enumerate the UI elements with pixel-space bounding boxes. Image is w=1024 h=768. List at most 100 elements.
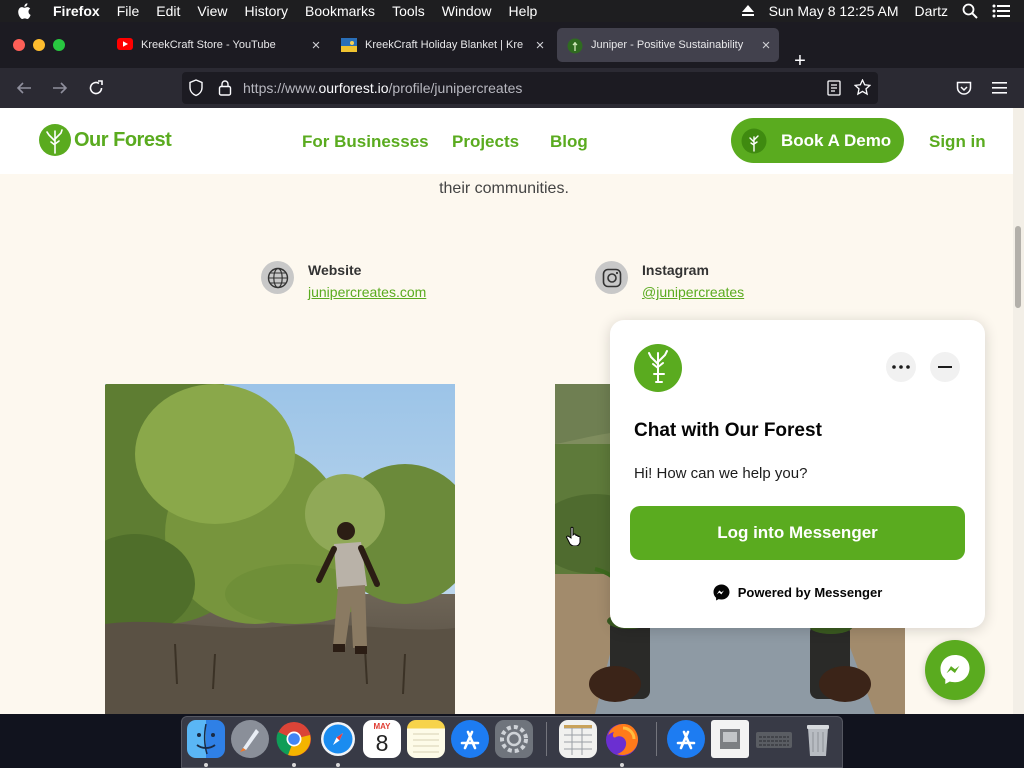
sign-in-link[interactable]: Sign in [929,132,986,152]
app-store-icon[interactable] [451,720,489,758]
messenger-chat-widget: Chat with Our Forest Hi! How can we help… [610,320,985,628]
close-window-button[interactable] [13,39,25,51]
app-menu-icon[interactable] [990,78,1010,98]
reload-icon[interactable] [86,78,106,98]
menu-help[interactable]: Help [509,0,538,22]
tab-close-icon[interactable]: × [309,37,323,54]
notes-icon[interactable] [407,720,445,758]
instagram-icon [595,261,628,294]
tab-juniper-active[interactable]: Juniper - Positive Sustainability × [557,28,779,62]
minimize-window-button[interactable] [33,39,45,51]
back-arrow-icon[interactable] [14,78,34,98]
book-demo-button[interactable]: Book A Demo [731,118,904,163]
control-center-icon[interactable] [992,4,1010,18]
tree-logo-icon [39,124,71,156]
zoom-window-button[interactable] [53,39,65,51]
dock-separator [546,722,547,756]
safari-icon[interactable] [319,720,357,758]
website-link[interactable]: junipercreates.com [308,284,426,300]
tab-kreekcraft-youtube[interactable]: KreekCraft Store - YouTube × [107,28,329,62]
spotlight-search-icon[interactable] [962,3,978,19]
menu-edit[interactable]: Edit [156,0,180,22]
instagram-label: Instagram [642,262,709,278]
menu-window[interactable]: Window [442,0,492,22]
tab-title: KreekCraft Store - YouTube [141,39,276,51]
finder-running-dot [204,763,208,767]
website-label: Website [308,262,362,278]
calendar-day: 8 [375,730,389,756]
book-demo-label: Book A Demo [781,130,892,150]
finder-icon[interactable] [187,720,225,758]
tab-title: KreekCraft Holiday Blanket | Kre [365,39,524,51]
chat-title: Chat with Our Forest [634,420,822,441]
ourforest-avatar [634,344,682,392]
bookmark-star-icon[interactable] [853,78,872,101]
instagram-link[interactable]: @junipercreates [642,284,744,300]
site-header: Our Forest For Businesses Projects Blog … [0,108,1013,174]
project-photo-mangroves[interactable] [105,384,455,714]
keyboard-icon[interactable] [755,720,793,758]
system-preferences-icon[interactable] [495,720,533,758]
url-prefix: https://www. [243,80,319,96]
safari-running-dot [336,763,340,767]
calendar-icon[interactable]: MAY 8 [363,720,401,758]
site-logo[interactable]: Our Forest [38,123,172,157]
globe-icon [261,261,294,294]
tab-close-icon[interactable]: × [759,37,773,54]
menu-bookmarks[interactable]: Bookmarks [305,0,375,22]
page-scrollbar-thumb[interactable] [1015,226,1021,308]
menu-app-name[interactable]: Firefox [53,0,100,22]
forward-arrow-icon[interactable] [50,78,70,98]
tracking-shield-icon[interactable] [188,79,204,102]
apple-icon[interactable] [17,0,37,22]
tab-strip: KreekCraft Store - YouTube × KreekCraft … [0,22,1024,71]
menu-file[interactable]: File [117,0,140,22]
reader-view-icon[interactable] [827,80,841,101]
numbers-icon[interactable] [559,720,597,758]
dock-separator [656,722,657,756]
powered-by-messenger: Powered by Messenger [610,584,985,601]
youtube-icon [117,38,133,52]
hand-cursor-icon [566,526,582,551]
chat-more-options-button[interactable] [886,352,916,382]
chat-minimize-button[interactable] [930,352,960,382]
menu-user[interactable]: Dartz [915,3,948,19]
logo-text: Our Forest [74,128,172,151]
screen: Firefox File Edit View History Bookmarks… [0,0,1024,768]
tree-logo-icon [648,350,668,383]
menu-history[interactable]: History [244,0,288,22]
powered-by-label: Powered by Messenger [737,585,883,600]
nav-blog[interactable]: Blog [550,132,588,152]
tab-title: Juniper - Positive Sustainability [591,39,744,51]
log-into-messenger-button[interactable]: Log into Messenger [630,506,965,560]
eject-icon[interactable] [741,5,755,17]
firefox-icon[interactable] [603,720,641,758]
menu-extras: Sun May 8 12:25 AM Dartz [727,0,1024,22]
chat-greeting: Hi! How can we help you? [634,465,808,482]
nav-projects[interactable]: Projects [452,132,519,152]
ourforest-favicon-icon [567,38,583,54]
chrome-icon[interactable] [275,720,313,758]
nav-for-businesses[interactable]: For Businesses [302,132,429,152]
url-domain: ourforest.io [318,80,389,96]
launchpad-icon[interactable] [231,720,269,758]
chrome-running-dot [292,763,296,767]
tab-kreekcraft-blanket[interactable]: KreekCraft Holiday Blanket | Kre × [331,28,553,62]
messenger-chat-button[interactable] [925,640,985,700]
pocket-icon[interactable] [954,78,974,98]
shop-favicon-icon [341,38,357,52]
trash-icon[interactable] [799,720,837,758]
lock-icon[interactable] [218,79,232,101]
menu-tools[interactable]: Tools [392,0,425,22]
website-block: Website junipercreates.com [261,260,426,300]
app-store-downloads-icon[interactable] [667,720,705,758]
url-text[interactable]: https://www.ourforest.io/profile/juniper… [243,80,522,96]
menu-clock[interactable]: Sun May 8 12:25 AM [769,3,899,19]
menu-view[interactable]: View [197,0,227,22]
tab-close-icon[interactable]: × [533,37,547,54]
menu-bar: Firefox File Edit View History Bookmarks… [0,0,1024,22]
tree-icon [741,128,767,153]
preview-icon[interactable] [711,720,749,758]
page-scrollbar-track[interactable] [1013,108,1024,714]
messenger-icon [713,584,730,601]
